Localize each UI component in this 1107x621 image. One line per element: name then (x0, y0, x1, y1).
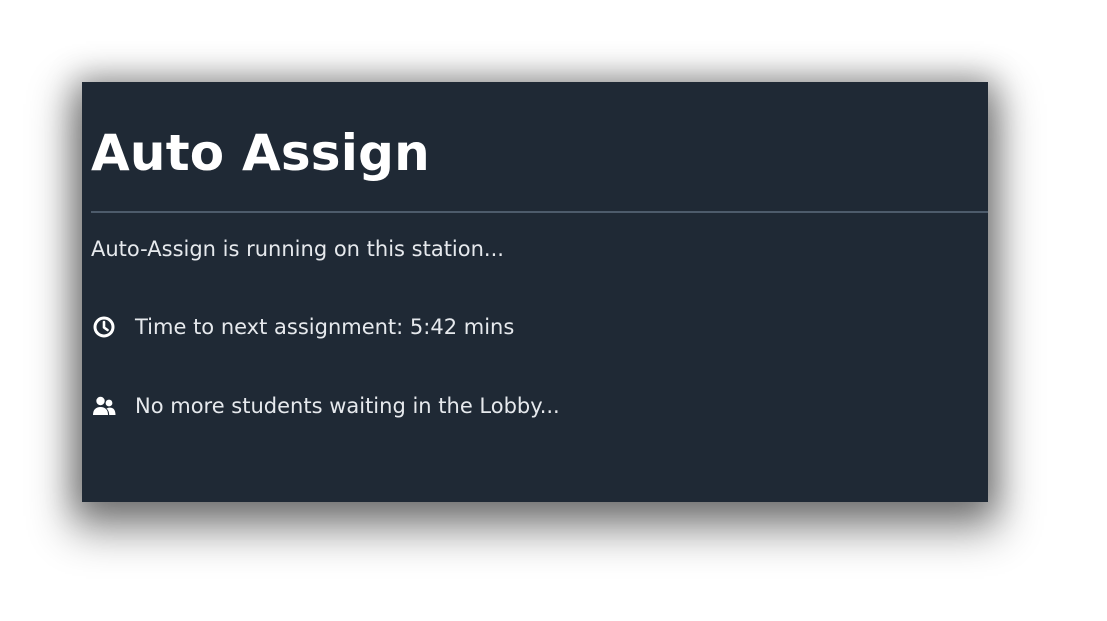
next-assignment-text: Time to next assignment: 5:42 mins (135, 315, 515, 339)
screenshot-stage: Auto Assign Auto-Assign is running on th… (0, 0, 1107, 621)
auto-assign-panel: Auto Assign Auto-Assign is running on th… (82, 82, 988, 502)
title-divider (91, 211, 988, 213)
status-text: Auto-Assign is running on this station..… (91, 237, 504, 261)
page-title: Auto Assign (91, 124, 430, 182)
lobby-status-row: No more students waiting in the Lobby... (91, 391, 560, 421)
clock-icon (91, 314, 117, 340)
users-icon (91, 393, 117, 419)
lobby-status-text: No more students waiting in the Lobby... (135, 394, 560, 418)
next-assignment-row: Time to next assignment: 5:42 mins (91, 312, 514, 342)
